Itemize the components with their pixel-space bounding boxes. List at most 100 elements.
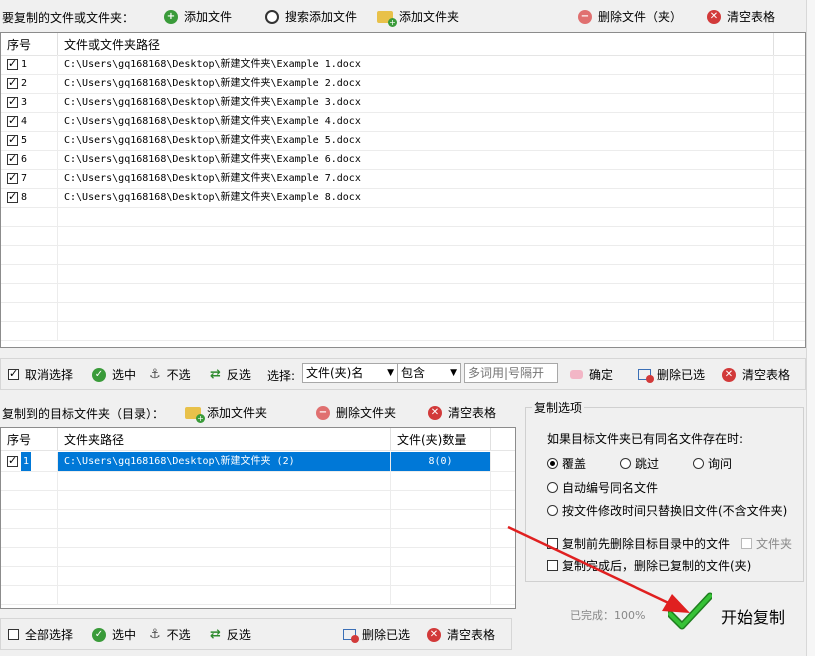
- table-row[interactable]: 1 C:\Users\gq168168\Desktop\新建文件夹 (2)8(0): [1, 452, 515, 472]
- delete-before-copy-checkbox[interactable]: 复制前先删除目标目录中的文件: [547, 535, 730, 552]
- row-path-cell: C:\Users\gq168168\Desktop\新建文件夹\Example …: [58, 150, 774, 169]
- table-row: [1, 528, 515, 548]
- target-invert-button[interactable]: ⇄ 反选: [210, 626, 251, 643]
- row-checkbox[interactable]: [7, 76, 18, 89]
- table-row[interactable]: 7 C:\Users\gq168168\Desktop\新建文件夹\Example…: [1, 169, 805, 189]
- checkbox-icon: [547, 560, 558, 571]
- folder-add-icon: [377, 10, 397, 27]
- row-path-cell: C:\Users\gq168168\Desktop\新建文件夹\Example …: [58, 131, 774, 150]
- clear-table-button-top[interactable]: ✕ 清空表格: [707, 8, 775, 25]
- row-checkbox[interactable]: [7, 114, 18, 127]
- row-folder-path-cell: C:\Users\gq168168\Desktop\新建文件夹 (2): [58, 452, 391, 471]
- target-clear-table-bottom-button[interactable]: ✕ 清空表格: [427, 626, 495, 643]
- row-checkbox[interactable]: [7, 190, 18, 203]
- table-row: [1, 264, 805, 284]
- row-number: 1: [21, 452, 32, 471]
- ask-radio[interactable]: 询问: [693, 455, 732, 472]
- folder-option-checkbox[interactable]: 文件夹: [741, 535, 792, 552]
- row-no-cell: 1: [1, 452, 58, 471]
- column-header-count[interactable]: 文件(夹)数量: [391, 428, 491, 450]
- table-row[interactable]: 2 C:\Users\gq168168\Desktop\新建文件夹\Example…: [1, 74, 805, 94]
- table-row: [1, 207, 805, 227]
- delete-selected-button[interactable]: 删除已选: [638, 366, 705, 383]
- row-path-cell: C:\Users\gq168168\Desktop\新建文件夹\Example …: [58, 55, 774, 74]
- row-checkbox[interactable]: [7, 171, 18, 184]
- table-row[interactable]: 8 C:\Users\gq168168\Desktop\新建文件夹\Example…: [1, 188, 805, 208]
- field-select[interactable]: 文件(夹)名 ▼: [302, 363, 398, 383]
- select-button[interactable]: ✓ 选中: [92, 366, 136, 383]
- radio-icon: [547, 458, 558, 469]
- table-row: [1, 283, 805, 303]
- add-file-button[interactable]: + 添加文件: [164, 8, 232, 25]
- table-row: [1, 321, 805, 341]
- column-header-folder-path[interactable]: 文件夹路径: [58, 428, 391, 450]
- target-section-title: 复制到的目标文件夹（目录）：: [2, 407, 165, 421]
- deselect-button[interactable]: 取消选择: [8, 366, 73, 383]
- window-minus-icon: [343, 629, 359, 643]
- radio-icon: [693, 458, 704, 469]
- target-add-folder-button[interactable]: 添加文件夹: [185, 404, 267, 423]
- source-section-title: 要复制的文件或文件夹：: [2, 11, 135, 25]
- file-table[interactable]: 序号 文件或文件夹路径 1 C:\Users\gq168168\Desktop\新…: [0, 32, 806, 348]
- row-number: 2: [21, 78, 28, 89]
- add-folder-button[interactable]: 添加文件夹: [377, 8, 459, 27]
- table-row[interactable]: 5 C:\Users\gq168168\Desktop\新建文件夹\Example…: [1, 131, 805, 151]
- row-number: 6: [21, 154, 28, 165]
- replace-by-mtime-radio[interactable]: 按文件修改时间只替换旧文件(不含文件夹): [547, 502, 787, 519]
- start-copy-label: 开始复制: [721, 608, 786, 627]
- row-count-cell: 8(0): [391, 452, 491, 471]
- column-header-no[interactable]: 序号: [1, 428, 58, 450]
- row-checkbox[interactable]: [7, 152, 18, 165]
- table-row: [1, 509, 515, 529]
- overwrite-radio[interactable]: 覆盖: [547, 455, 586, 472]
- table-row[interactable]: 1 C:\Users\gq168168\Desktop\新建文件夹\Example…: [1, 55, 805, 75]
- target-table[interactable]: 序号 文件夹路径 文件(夹)数量 1 C:\Users\gq168168\Desk…: [0, 427, 516, 609]
- close-icon: ✕: [707, 9, 721, 24]
- target-delete-folder-button[interactable]: − 删除文件夹: [316, 404, 396, 421]
- row-checkbox[interactable]: [7, 454, 18, 467]
- table-row: [1, 547, 515, 567]
- anchor-icon: ⚓: [149, 627, 161, 642]
- table-row[interactable]: 3 C:\Users\gq168168\Desktop\新建文件夹\Example…: [1, 93, 805, 113]
- row-checkbox[interactable]: [7, 95, 18, 108]
- chevron-down-icon: ▼: [450, 368, 457, 378]
- skip-radio[interactable]: 跳过: [620, 455, 659, 472]
- table-row: [1, 585, 515, 605]
- row-checkbox[interactable]: [7, 133, 18, 146]
- row-checkbox[interactable]: [7, 57, 18, 70]
- select-all-button[interactable]: 全部选择: [8, 626, 73, 643]
- plus-icon: +: [164, 9, 178, 24]
- clear-table-button-mid[interactable]: ✕ 清空表格: [722, 366, 790, 383]
- match-select[interactable]: 包含 ▼: [397, 363, 461, 383]
- delete-after-copy-checkbox[interactable]: 复制完成后，删除已复制的文件(夹): [547, 557, 751, 574]
- row-no-cell: 4: [1, 112, 58, 131]
- progress-text: 已完成：100%: [570, 609, 646, 622]
- target-select-button[interactable]: ✓ 选中: [92, 626, 136, 643]
- target-clear-table-button[interactable]: ✕ 清空表格: [428, 404, 496, 421]
- close-icon: ✕: [427, 627, 441, 642]
- unselect-button[interactable]: ⚓ 不选: [149, 366, 191, 383]
- same-name-question: 如果目标文件夹已有同名文件存在时:: [547, 432, 744, 446]
- target-delete-selected-button[interactable]: 删除已选: [343, 626, 410, 643]
- start-copy-button[interactable]: 开始复制: [660, 580, 800, 640]
- column-header-path[interactable]: 文件或文件夹路径: [58, 33, 774, 55]
- delete-file-button[interactable]: − 删除文件（夹）: [578, 8, 682, 25]
- row-number: 3: [21, 97, 28, 108]
- row-no-cell: 7: [1, 169, 58, 188]
- table-row: [1, 566, 515, 586]
- row-no-cell: 8: [1, 188, 58, 207]
- row-no-cell: 6: [1, 150, 58, 169]
- target-unselect-button[interactable]: ⚓ 不选: [149, 626, 191, 643]
- table-row[interactable]: 6 C:\Users\gq168168\Desktop\新建文件夹\Example…: [1, 150, 805, 170]
- adjacent-window-edge: [806, 0, 815, 656]
- row-no-cell: 5: [1, 131, 58, 150]
- anchor-icon: ⚓: [149, 367, 161, 382]
- search-add-file-button[interactable]: 搜索添加文件: [265, 8, 357, 25]
- invert-selection-button[interactable]: ⇄ 反选: [210, 366, 251, 383]
- column-header-no[interactable]: 序号: [1, 33, 58, 55]
- auto-number-radio[interactable]: 自动编号同名文件: [547, 479, 658, 496]
- radio-icon: [620, 458, 631, 469]
- confirm-button[interactable]: 确定: [570, 366, 613, 383]
- table-row[interactable]: 4 C:\Users\gq168168\Desktop\新建文件夹\Example…: [1, 112, 805, 132]
- keyword-input[interactable]: [464, 363, 558, 383]
